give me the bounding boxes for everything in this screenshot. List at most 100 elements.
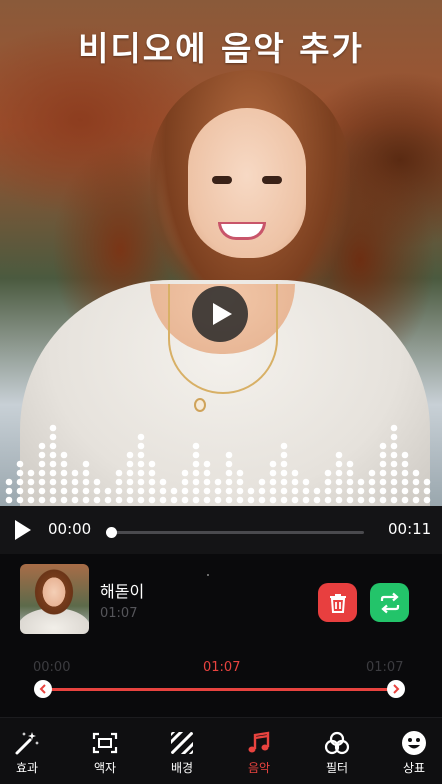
visualizer-dot (159, 496, 167, 504)
visualizer-dot (214, 487, 222, 495)
visualizer-dot (335, 460, 343, 468)
visualizer-dot (159, 478, 167, 486)
visualizer-dot (16, 469, 24, 477)
visualizer-dot (390, 496, 398, 504)
visualizer-dot (203, 496, 211, 504)
visualizer-dot (335, 496, 343, 504)
visualizer-dot (93, 478, 101, 486)
visualizer-dot (423, 487, 431, 495)
visualizer-dot (236, 478, 244, 486)
visualizer-dot (148, 487, 156, 495)
tab-music[interactable]: 음악 (229, 718, 289, 784)
visualizer-dot (236, 469, 244, 477)
tab-label: 효과 (15, 761, 39, 775)
visualizer-dot (390, 478, 398, 486)
visualizer-dot (280, 469, 288, 477)
visualizer-dot (401, 469, 409, 477)
tab-label: 배경 (170, 761, 194, 775)
visualizer-dot (192, 469, 200, 477)
visualizer-dot (423, 496, 431, 504)
visualizer-dot (302, 496, 310, 504)
visualizer-dot (126, 460, 134, 468)
visualizer-dot (346, 478, 354, 486)
visualizer-dot (170, 487, 178, 495)
visualizer-dot (115, 487, 123, 495)
visualizer-dot (71, 496, 79, 504)
visualizer-dot (258, 496, 266, 504)
visualizer-dot (269, 460, 277, 468)
visualizer-dot (181, 478, 189, 486)
replace-music-button[interactable] (370, 583, 409, 622)
delete-music-button[interactable] (318, 583, 357, 622)
visualizer-dot (49, 433, 57, 441)
visualizer-dot (38, 487, 46, 495)
visualizer-dot (60, 469, 68, 477)
visualizer-dot (379, 460, 387, 468)
visualizer-dot (16, 460, 24, 468)
tab-background[interactable]: 배경 (152, 718, 212, 784)
chevron-right-icon (393, 684, 400, 694)
visualizer-dot (71, 487, 79, 495)
visualizer-dot (258, 487, 266, 495)
visualizer-dot (390, 487, 398, 495)
visualizer-dot (49, 451, 57, 459)
tab-sticker[interactable]: 상표 (384, 718, 442, 784)
music-note-icon (248, 731, 270, 753)
play-icon[interactable] (13, 518, 33, 542)
magic-wand-icon (15, 732, 39, 755)
visualizer-dot (49, 478, 57, 486)
tab-filter[interactable]: 필터 (307, 718, 367, 784)
seek-track[interactable] (108, 531, 364, 534)
visualizer-dot (379, 451, 387, 459)
visualizer-dot (214, 478, 222, 486)
visualizer-dot (137, 496, 145, 504)
play-button-overlay[interactable] (192, 286, 248, 342)
visualizer-dot (390, 433, 398, 441)
video-preview[interactable]: 비디오에 음악 추가 (0, 0, 442, 506)
visualizer-dot (236, 496, 244, 504)
visualizer-dot (27, 469, 35, 477)
music-name: 해돋이 (100, 582, 145, 601)
visualizer-dot (379, 478, 387, 486)
trim-end-handle[interactable] (387, 680, 405, 698)
visualizer-dot (280, 451, 288, 459)
visualizer-dot (181, 469, 189, 477)
visualizer-dot (49, 487, 57, 495)
visualizer-dot (71, 469, 79, 477)
visualizer-dot (401, 478, 409, 486)
visualizer-dot (247, 496, 255, 504)
frame-icon (92, 732, 118, 754)
visualizer-dot (16, 496, 24, 504)
visualizer-dot (203, 487, 211, 495)
bottom-toolbar: 효과 액자 배경 음악 필터 상표 (0, 717, 442, 784)
visualizer-dot (137, 478, 145, 486)
visualizer-dot (181, 487, 189, 495)
trim-range-bar[interactable] (43, 688, 395, 691)
visualizer-dot (335, 478, 343, 486)
visualizer-dot (280, 478, 288, 486)
visualizer-dot (280, 487, 288, 495)
visualizer-dot (313, 496, 321, 504)
seek-handle[interactable] (106, 527, 117, 538)
visualizer-dot (346, 460, 354, 468)
tab-frame[interactable]: 액자 (75, 718, 135, 784)
visualizer-dot (126, 451, 134, 459)
divider-dot (207, 574, 209, 576)
visualizer-dot (280, 442, 288, 450)
visualizer-dot (412, 469, 420, 477)
visualizer-dot (225, 469, 233, 477)
tab-effects[interactable]: 효과 (0, 718, 57, 784)
trim-start-handle[interactable] (34, 680, 52, 698)
visualizer-dot (82, 478, 90, 486)
visualizer-dot (368, 469, 376, 477)
play-icon (213, 303, 232, 325)
visualizer-dot (313, 487, 321, 495)
visualizer-dot (60, 487, 68, 495)
visualizer-dot (16, 478, 24, 486)
visualizer-dot (203, 460, 211, 468)
visualizer-dot (269, 469, 277, 477)
selected-music-row: 해돋이 01:07 (0, 554, 442, 650)
tab-label: 액자 (93, 761, 117, 775)
visualizer-dot (214, 496, 222, 504)
visualizer-dot (148, 460, 156, 468)
